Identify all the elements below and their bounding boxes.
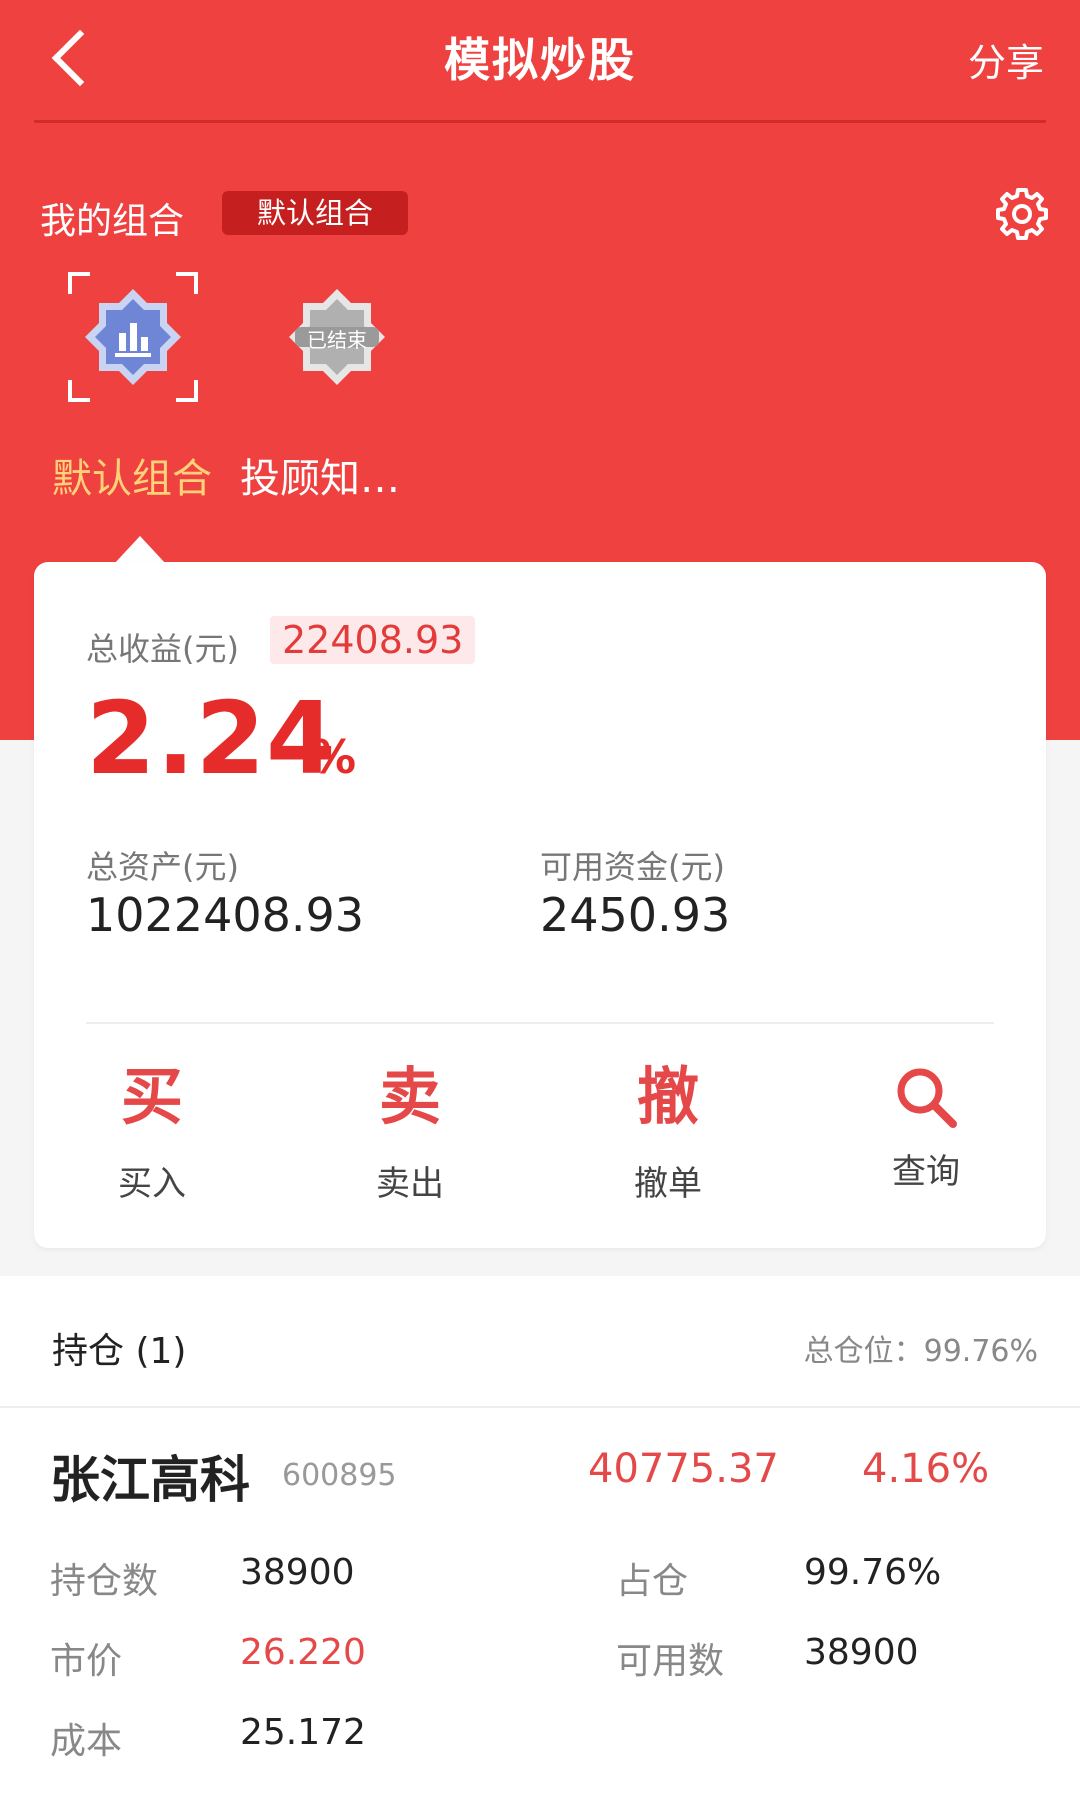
price-value: 26.220: [240, 1632, 366, 1673]
cancel-glyph: 撤: [636, 1060, 699, 1133]
portfolio-label-default[interactable]: 默认组合: [52, 446, 212, 504]
share-value: 99.76%: [804, 1552, 942, 1593]
buy-button[interactable]: 买 买入: [52, 1052, 252, 1205]
qty-value: 38900: [240, 1552, 355, 1593]
share-button[interactable]: 分享: [968, 32, 1044, 87]
available-label: 可用资金(元): [540, 848, 725, 886]
cost-value: 25.172: [240, 1712, 366, 1753]
portfolio-default[interactable]: [68, 272, 198, 402]
holdings-divider: [0, 1406, 1080, 1408]
stock-code: 600895: [282, 1458, 397, 1493]
stock-name: 张江高科: [50, 1451, 250, 1509]
my-group-label: 我的组合: [40, 201, 185, 242]
holdings-section: 持仓 (1) 总仓位：99.76% 张江高科 600895 40775.37 4…: [0, 1276, 1080, 1812]
portfolio-label-advisor[interactable]: 投顾知…: [240, 446, 400, 504]
stock-profit-pct: 4.16%: [862, 1446, 990, 1492]
holdings-title: 持仓 (1): [52, 1331, 187, 1372]
buy-glyph: 买: [120, 1060, 183, 1133]
percent-sign: %: [310, 730, 357, 784]
query-button[interactable]: 查询: [826, 1052, 1026, 1193]
cancel-label: 撤单: [634, 1164, 702, 1204]
sell-button[interactable]: 卖 卖出: [310, 1052, 510, 1205]
buy-label: 买入: [118, 1164, 186, 1204]
gear-icon[interactable]: [994, 186, 1050, 242]
sell-label: 卖出: [376, 1164, 444, 1204]
qty-label: 持仓数: [50, 1561, 159, 1602]
top-bar: 模拟炒股 分享: [0, 0, 1080, 120]
assets-value: 1022408.93: [86, 888, 365, 942]
header-divider: [34, 120, 1046, 123]
available-value: 2450.93: [540, 888, 731, 942]
portfolio-ended[interactable]: 已结束: [272, 272, 402, 402]
page-title: 模拟炒股: [444, 33, 636, 87]
cancel-order-button[interactable]: 撤 撤单: [568, 1052, 768, 1205]
avail-label: 可用数: [616, 1641, 725, 1682]
profit-percent: 2.24: [86, 680, 337, 797]
avail-value: 38900: [804, 1632, 919, 1673]
group-badge: 默认组合: [222, 191, 408, 235]
share-label: 占仓: [616, 1561, 689, 1602]
portfolio-badge-icon: [85, 289, 181, 385]
profit-label: 总收益(元): [86, 630, 239, 668]
search-icon: [897, 1068, 957, 1128]
position-ratio: 总仓位：99.76%: [803, 1334, 1038, 1369]
assets-label: 总资产(元): [86, 848, 239, 886]
sell-glyph: 卖: [378, 1060, 441, 1133]
card-divider: [86, 1022, 994, 1024]
card-pointer: [114, 536, 166, 564]
query-label: 查询: [892, 1152, 960, 1192]
stock-market-value: 40775.37: [588, 1446, 779, 1492]
profit-value: 22408.93: [270, 616, 476, 664]
ended-badge-label: 已结束: [307, 328, 367, 352]
price-label: 市价: [50, 1641, 123, 1682]
cost-label: 成本: [50, 1721, 123, 1762]
summary-card: 总收益(元) 22408.93 2.24 % 总资产(元) 1022408.93…: [34, 562, 1046, 1248]
